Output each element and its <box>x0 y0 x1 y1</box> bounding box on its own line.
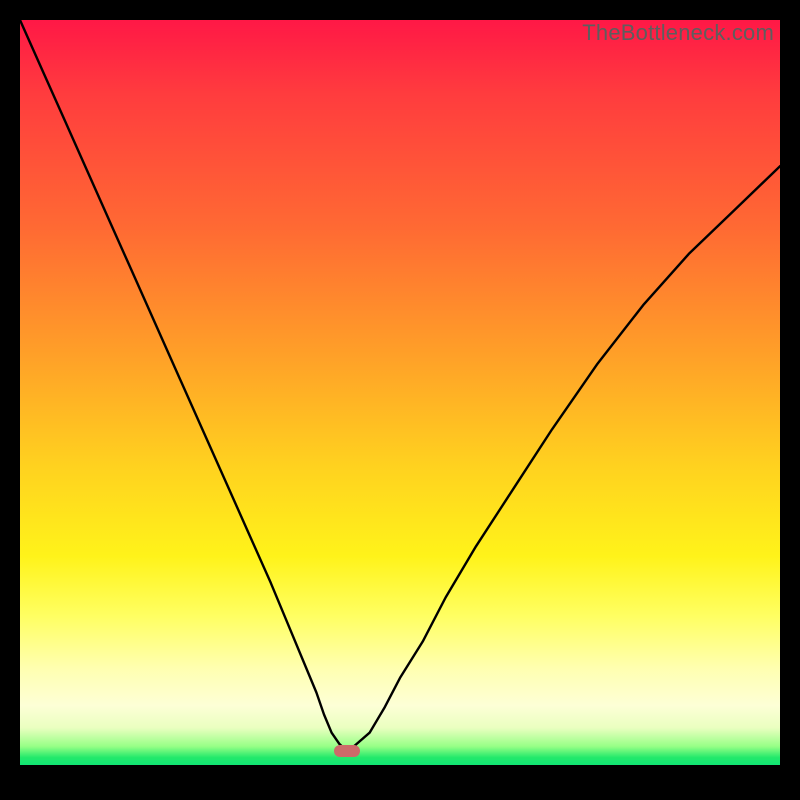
bottleneck-curve <box>20 20 780 765</box>
minimum-marker <box>334 745 360 757</box>
x-axis-baseline <box>20 765 780 767</box>
watermark-text: TheBottleneck.com <box>582 20 774 46</box>
chart-frame: TheBottleneck.com <box>20 20 780 780</box>
